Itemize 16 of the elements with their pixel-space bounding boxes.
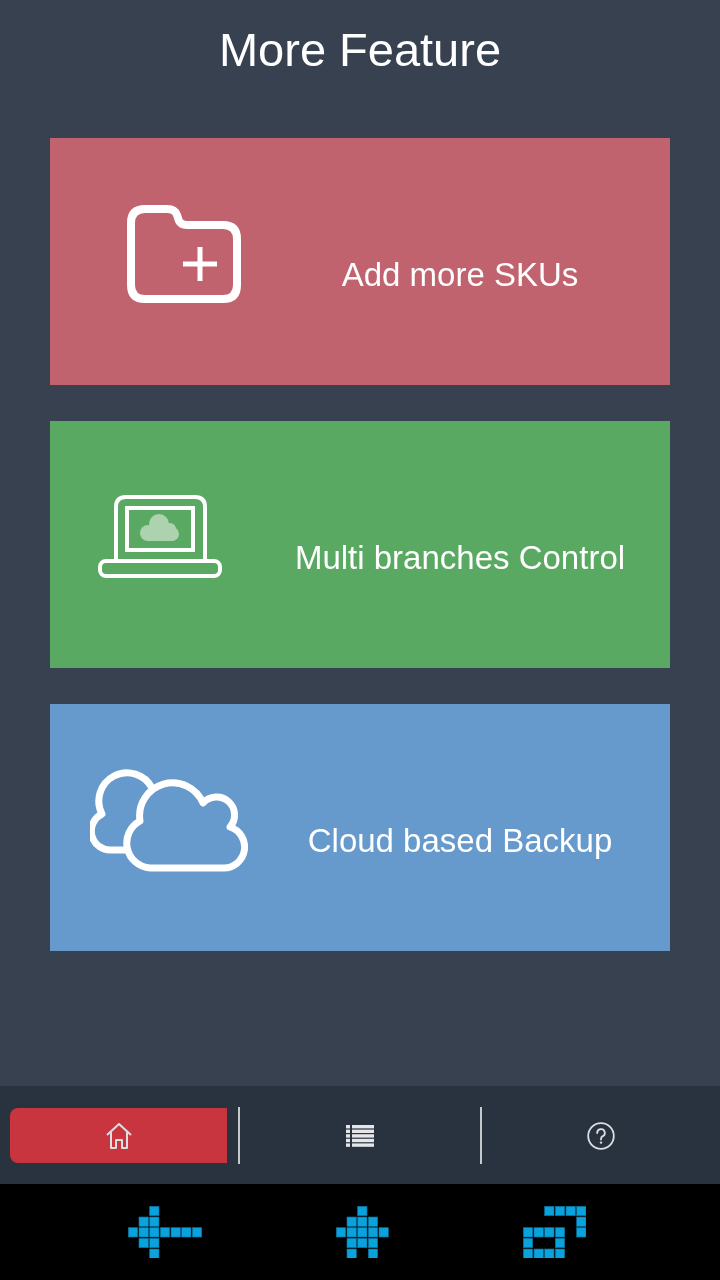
recents-icon[interactable] (522, 1205, 586, 1259)
feature-label: Cloud based Backup (307, 820, 613, 861)
feature-card[interactable]: Cloud based Backup (50, 704, 670, 951)
laptop-cloud-icon (98, 494, 222, 579)
feature-label: Multi branches Control (294, 537, 626, 578)
clouds-icon (90, 767, 248, 872)
feature-label: Add more SKUs (341, 254, 579, 295)
back-icon[interactable] (128, 1205, 202, 1259)
page-title: More Feature (218, 22, 502, 78)
help-icon (587, 1121, 616, 1150)
home-icon (104, 1121, 133, 1150)
feature-card[interactable]: Multi branches Control (50, 421, 670, 668)
feature-card[interactable]: Add more SKUs (50, 138, 670, 385)
home-icon[interactable] (336, 1205, 389, 1259)
folder-plus-icon (127, 204, 241, 303)
list-icon (346, 1124, 374, 1147)
